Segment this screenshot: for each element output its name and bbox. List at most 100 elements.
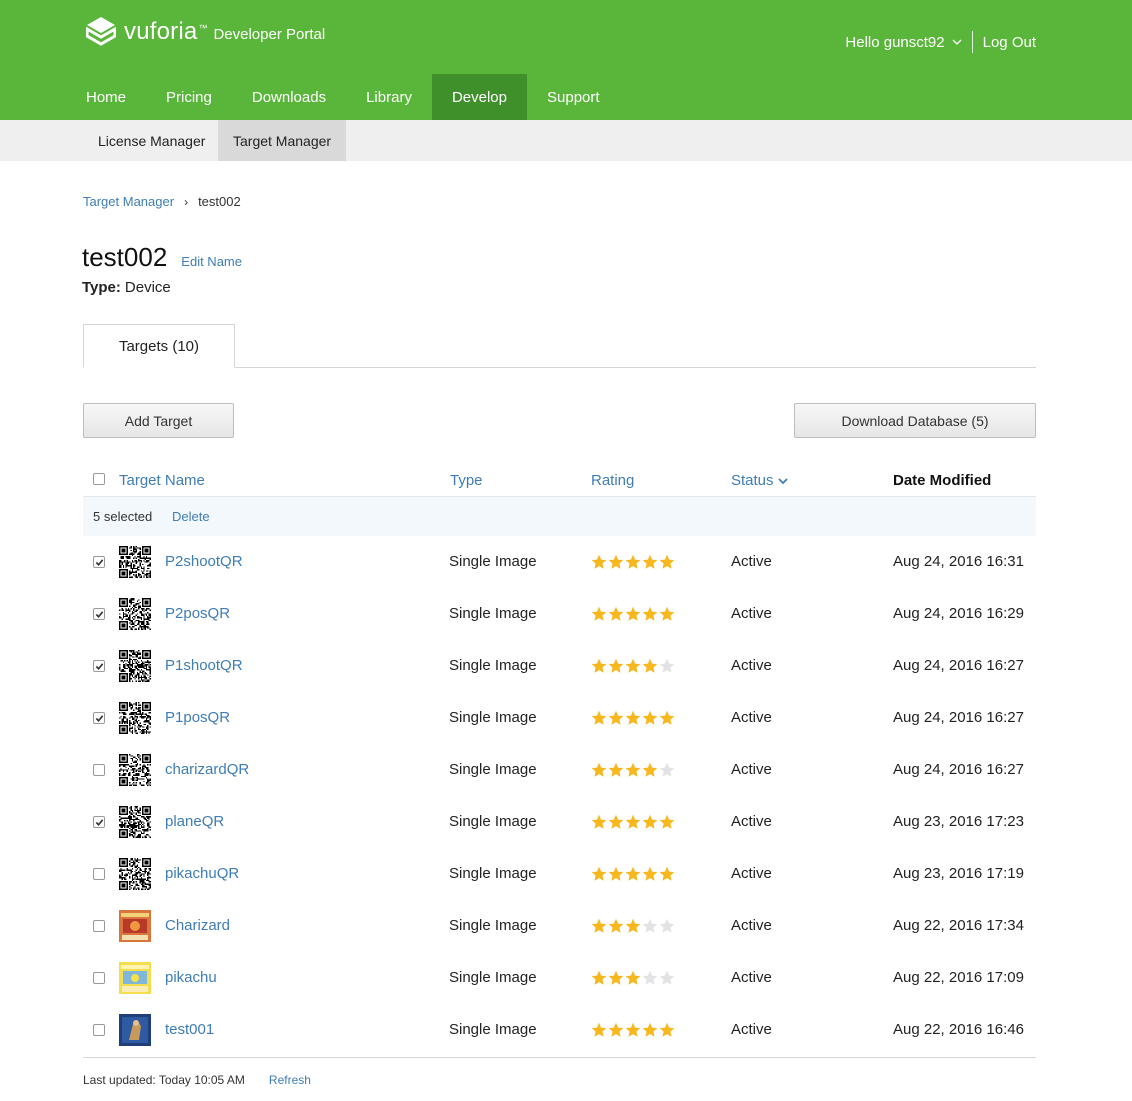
target-status: Active	[731, 969, 772, 986]
target-name-link[interactable]: P2posQR	[165, 605, 230, 622]
row-checkbox[interactable]	[93, 764, 105, 776]
target-name-link[interactable]: pikachuQR	[165, 865, 239, 882]
sub-nav: License Manager Target Manager	[0, 120, 1132, 161]
column-target-name[interactable]: Target Name	[119, 472, 205, 489]
row-checkbox[interactable]	[93, 712, 105, 724]
target-name-link[interactable]: P1shootQR	[165, 657, 243, 674]
nav-library[interactable]: Library	[346, 74, 432, 120]
star-icon	[591, 1022, 607, 1037]
row-checkbox[interactable]	[93, 868, 105, 880]
star-icon	[591, 866, 607, 881]
star-icon	[659, 762, 675, 777]
rating-stars	[591, 554, 675, 570]
target-date-modified: Aug 22, 2016 17:09	[893, 969, 1024, 986]
target-status: Active	[731, 813, 772, 830]
qr-code-thumbnail	[119, 598, 151, 630]
user-area: Hello gunsct92 Log Out	[845, 30, 1036, 54]
star-icon	[642, 918, 658, 933]
breadcrumb-current: test002	[198, 194, 241, 209]
star-icon	[659, 606, 675, 621]
target-name-link[interactable]: planeQR	[165, 813, 224, 830]
vuforia-logo-icon	[86, 17, 116, 46]
breadcrumb-target-manager[interactable]: Target Manager	[83, 194, 174, 209]
star-icon	[591, 762, 607, 777]
card-thumbnail	[119, 1014, 151, 1046]
target-name-link[interactable]: P1posQR	[165, 709, 230, 726]
select-all-checkbox[interactable]	[93, 473, 105, 485]
target-name-link[interactable]: pikachu	[165, 969, 217, 986]
column-status-label: Status	[731, 472, 774, 489]
qr-code-thumbnail	[119, 546, 151, 578]
row-checkbox[interactable]	[93, 660, 105, 672]
target-type: Single Image	[449, 813, 537, 830]
user-menu[interactable]: Hello gunsct92	[845, 34, 962, 51]
row-checkbox[interactable]	[93, 972, 105, 984]
nav-support[interactable]: Support	[527, 74, 620, 120]
download-database-button[interactable]: Download Database (5)	[794, 403, 1036, 438]
target-type: Single Image	[449, 605, 537, 622]
logout-link[interactable]: Log Out	[983, 34, 1036, 51]
row-checkbox[interactable]	[93, 1024, 105, 1036]
selection-bar: 5 selected Delete	[83, 497, 1036, 536]
card-thumbnail	[119, 910, 151, 942]
target-date-modified: Aug 22, 2016 17:34	[893, 917, 1024, 934]
chevron-down-icon	[952, 39, 962, 45]
portal-name: Developer Portal	[213, 25, 326, 43]
column-type[interactable]: Type	[450, 472, 483, 489]
main-nav: Home Pricing Downloads Library Develop S…	[66, 74, 620, 120]
table-header: Target Name Type Rating Status Date Modi…	[83, 464, 1036, 497]
subnav-target-manager[interactable]: Target Manager	[218, 120, 347, 161]
table-row: P2posQR Single Image Active Aug 24, 2016 16…	[83, 588, 1036, 640]
target-name-link[interactable]: test001	[165, 1021, 214, 1038]
star-icon	[591, 814, 607, 829]
star-icon	[642, 554, 658, 569]
row-checkbox[interactable]	[93, 556, 105, 568]
table-row: pikachu Single Image Active Aug 22, 2016 17…	[83, 952, 1036, 1004]
target-date-modified: Aug 24, 2016 16:27	[893, 657, 1024, 674]
target-name-link[interactable]: P2shootQR	[165, 553, 243, 570]
star-icon	[608, 918, 624, 933]
target-date-modified: Aug 23, 2016 17:19	[893, 865, 1024, 882]
nav-develop[interactable]: Develop	[431, 74, 527, 120]
target-date-modified: Aug 23, 2016 17:23	[893, 813, 1024, 830]
edit-name-link[interactable]: Edit Name	[181, 254, 242, 269]
column-status[interactable]: Status	[731, 472, 788, 489]
star-icon	[659, 554, 675, 569]
target-name-link[interactable]: charizardQR	[165, 761, 249, 778]
row-checkbox[interactable]	[93, 816, 105, 828]
refresh-link[interactable]: Refresh	[269, 1073, 311, 1087]
star-icon	[608, 814, 624, 829]
target-date-modified: Aug 24, 2016 16:27	[893, 709, 1024, 726]
row-checkbox[interactable]	[93, 920, 105, 932]
table-row: Charizard Single Image Active Aug 22, 2016 …	[83, 900, 1036, 952]
nav-downloads[interactable]: Downloads	[232, 74, 346, 120]
table-bottom-divider	[83, 1057, 1036, 1058]
star-icon	[642, 606, 658, 621]
star-icon	[659, 814, 675, 829]
database-title-row: test002 Edit Name	[82, 242, 242, 273]
type-value: Device	[124, 279, 171, 296]
vuforia-logo[interactable]: vuforia ™ Developer Portal	[86, 16, 325, 48]
tab-targets[interactable]: Targets (10)	[83, 324, 235, 368]
star-icon	[625, 866, 641, 881]
breadcrumb-separator: ›	[184, 194, 189, 209]
top-bar: vuforia ™ Developer Portal Hello gunsct92…	[0, 0, 1132, 120]
target-name-link[interactable]: Charizard	[165, 917, 230, 934]
star-icon	[659, 866, 675, 881]
qr-code-thumbnail	[119, 702, 151, 734]
column-rating[interactable]: Rating	[591, 472, 634, 489]
table-row: P1shootQR Single Image Active Aug 24, 2016 …	[83, 640, 1036, 692]
rating-stars	[591, 710, 675, 726]
subnav-license-manager[interactable]: License Manager	[83, 120, 220, 161]
nav-pricing[interactable]: Pricing	[146, 74, 232, 120]
qr-code-thumbnail	[119, 858, 151, 890]
delete-link[interactable]: Delete	[172, 509, 210, 524]
star-icon	[625, 918, 641, 933]
add-target-button[interactable]: Add Target	[83, 403, 234, 438]
star-icon	[642, 762, 658, 777]
qr-code-thumbnail	[119, 650, 151, 682]
target-date-modified: Aug 24, 2016 16:31	[893, 553, 1024, 570]
row-checkbox[interactable]	[93, 608, 105, 620]
table-row: P1posQR Single Image Active Aug 24, 2016 16…	[83, 692, 1036, 744]
nav-home[interactable]: Home	[66, 74, 146, 120]
